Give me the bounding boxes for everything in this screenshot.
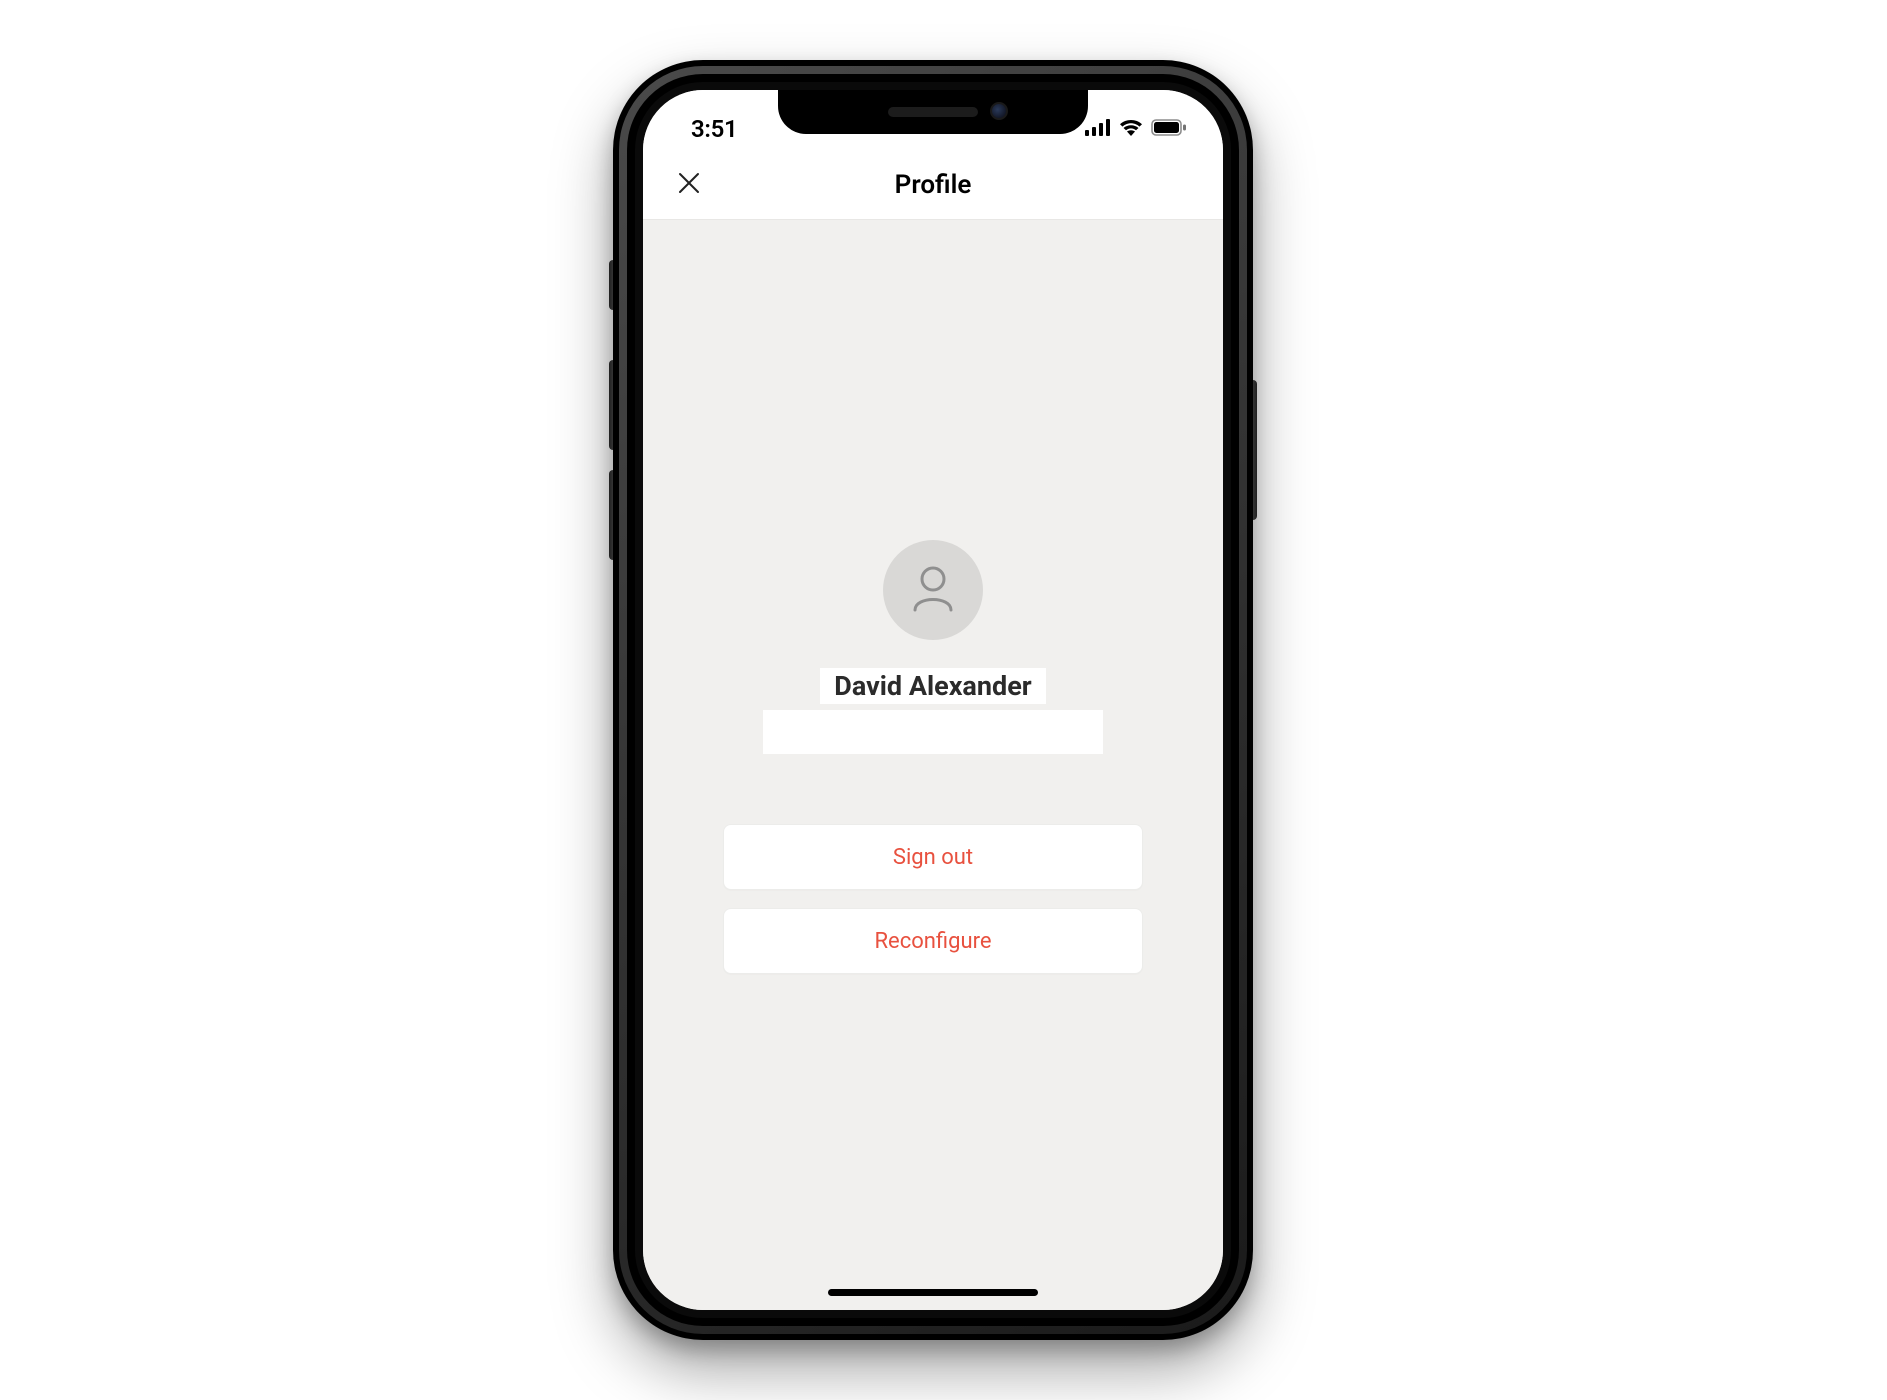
cellular-signal-icon (1085, 119, 1111, 140)
close-icon (676, 170, 702, 200)
speaker-grille (888, 107, 978, 117)
person-icon (905, 560, 961, 620)
reconfigure-label: Reconfigure (874, 929, 991, 954)
avatar (883, 540, 983, 640)
status-time: 3:51 (691, 115, 737, 143)
close-button[interactable] (671, 167, 707, 203)
profile-name: David Alexander (834, 670, 1031, 702)
wifi-icon (1119, 119, 1143, 140)
username-container: David Alexander (820, 668, 1045, 704)
device-notch (778, 90, 1088, 134)
phone-device-frame: 3:51 (613, 60, 1253, 1340)
profile-content: David Alexander Sign out Reconfigure (643, 220, 1223, 1310)
profile-actions: Sign out Reconfigure (643, 824, 1223, 974)
page-title: Profile (895, 170, 972, 200)
reconfigure-button[interactable]: Reconfigure (723, 908, 1143, 974)
profile-header: David Alexander (763, 540, 1103, 754)
navigation-header: Profile (643, 150, 1223, 220)
sign-out-label: Sign out (893, 845, 973, 870)
home-indicator[interactable] (828, 1289, 1038, 1296)
sign-out-button[interactable]: Sign out (723, 824, 1143, 890)
phone-screen: 3:51 (643, 90, 1223, 1310)
profile-subline (763, 710, 1103, 754)
front-camera (990, 102, 1008, 120)
status-right-cluster (1085, 119, 1187, 140)
battery-icon (1151, 119, 1187, 140)
